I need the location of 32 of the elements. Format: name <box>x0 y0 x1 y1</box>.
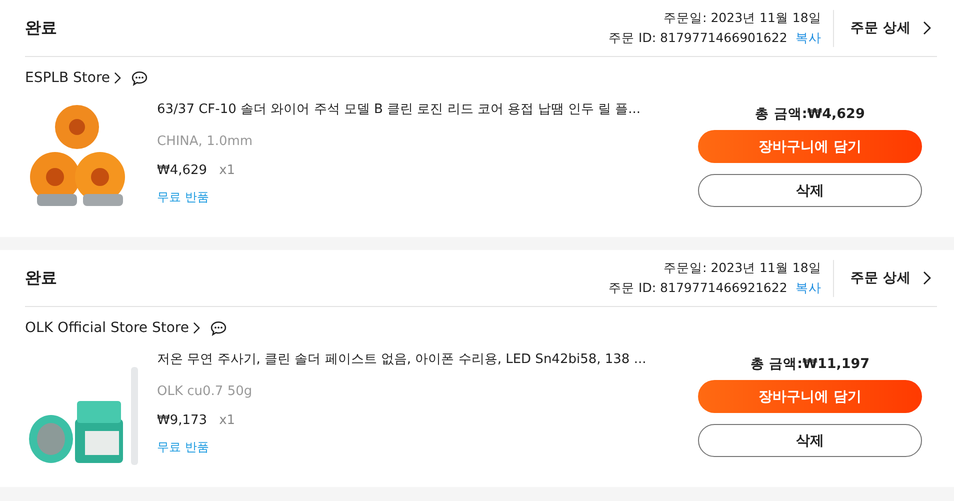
delete-button[interactable]: 삭제 <box>698 424 922 457</box>
chevron-right-icon <box>923 21 931 35</box>
order-date: 주문일: 2023년 11월 18일 <box>664 10 822 26</box>
order-total: 총 금액:₩11,197 <box>750 355 870 373</box>
chevron-right-icon <box>192 322 200 334</box>
store-link[interactable]: OLK Official Store Store <box>25 320 200 336</box>
product-title[interactable]: 63/37 CF-10 솔더 와이어 주석 모델 B 클린 로진 리드 코어 용접 납땜 인두 릴 플... <box>157 101 641 119</box>
order-details-link[interactable]: 주문 상세 <box>850 19 931 37</box>
order-id: 주문 ID: 8179771466921622 <box>608 280 788 296</box>
order-total: 총 금액:₩4,629 <box>755 105 865 123</box>
delete-button[interactable]: 삭제 <box>698 174 922 207</box>
product-variant: CHINA, 1.0mm <box>157 134 253 149</box>
order-details-link[interactable]: 주문 상세 <box>850 269 931 287</box>
product-price: ₩4,629 <box>157 163 208 178</box>
order-id: 주문 ID: 8179771466901622 <box>608 30 788 46</box>
chat-icon[interactable] <box>131 70 148 86</box>
product-variant: OLK cu0.7 50g <box>157 384 252 399</box>
order-status: 완료 <box>25 18 58 38</box>
store-link[interactable]: ESPLB Store <box>25 70 122 86</box>
product-quantity: x1 <box>219 163 236 178</box>
free-return-label: 무료 반품 <box>157 189 209 206</box>
product-price: ₩9,173 <box>157 413 208 428</box>
chat-icon[interactable] <box>210 320 227 336</box>
copy-link[interactable]: 복사 <box>795 280 822 296</box>
copy-link[interactable]: 복사 <box>795 30 822 46</box>
free-return-label: 무료 반품 <box>157 439 209 456</box>
chevron-right-icon <box>114 72 122 84</box>
order-status: 완료 <box>25 268 58 288</box>
product-quantity: x1 <box>219 413 236 428</box>
order-date: 주문일: 2023년 11월 18일 <box>664 260 822 276</box>
chevron-right-icon <box>923 271 931 285</box>
product-title[interactable]: 저온 무연 주사기, 클린 솔더 페이스트 없음, 아이폰 수리용, LED Sn42bi58, 138 ... <box>157 351 646 369</box>
